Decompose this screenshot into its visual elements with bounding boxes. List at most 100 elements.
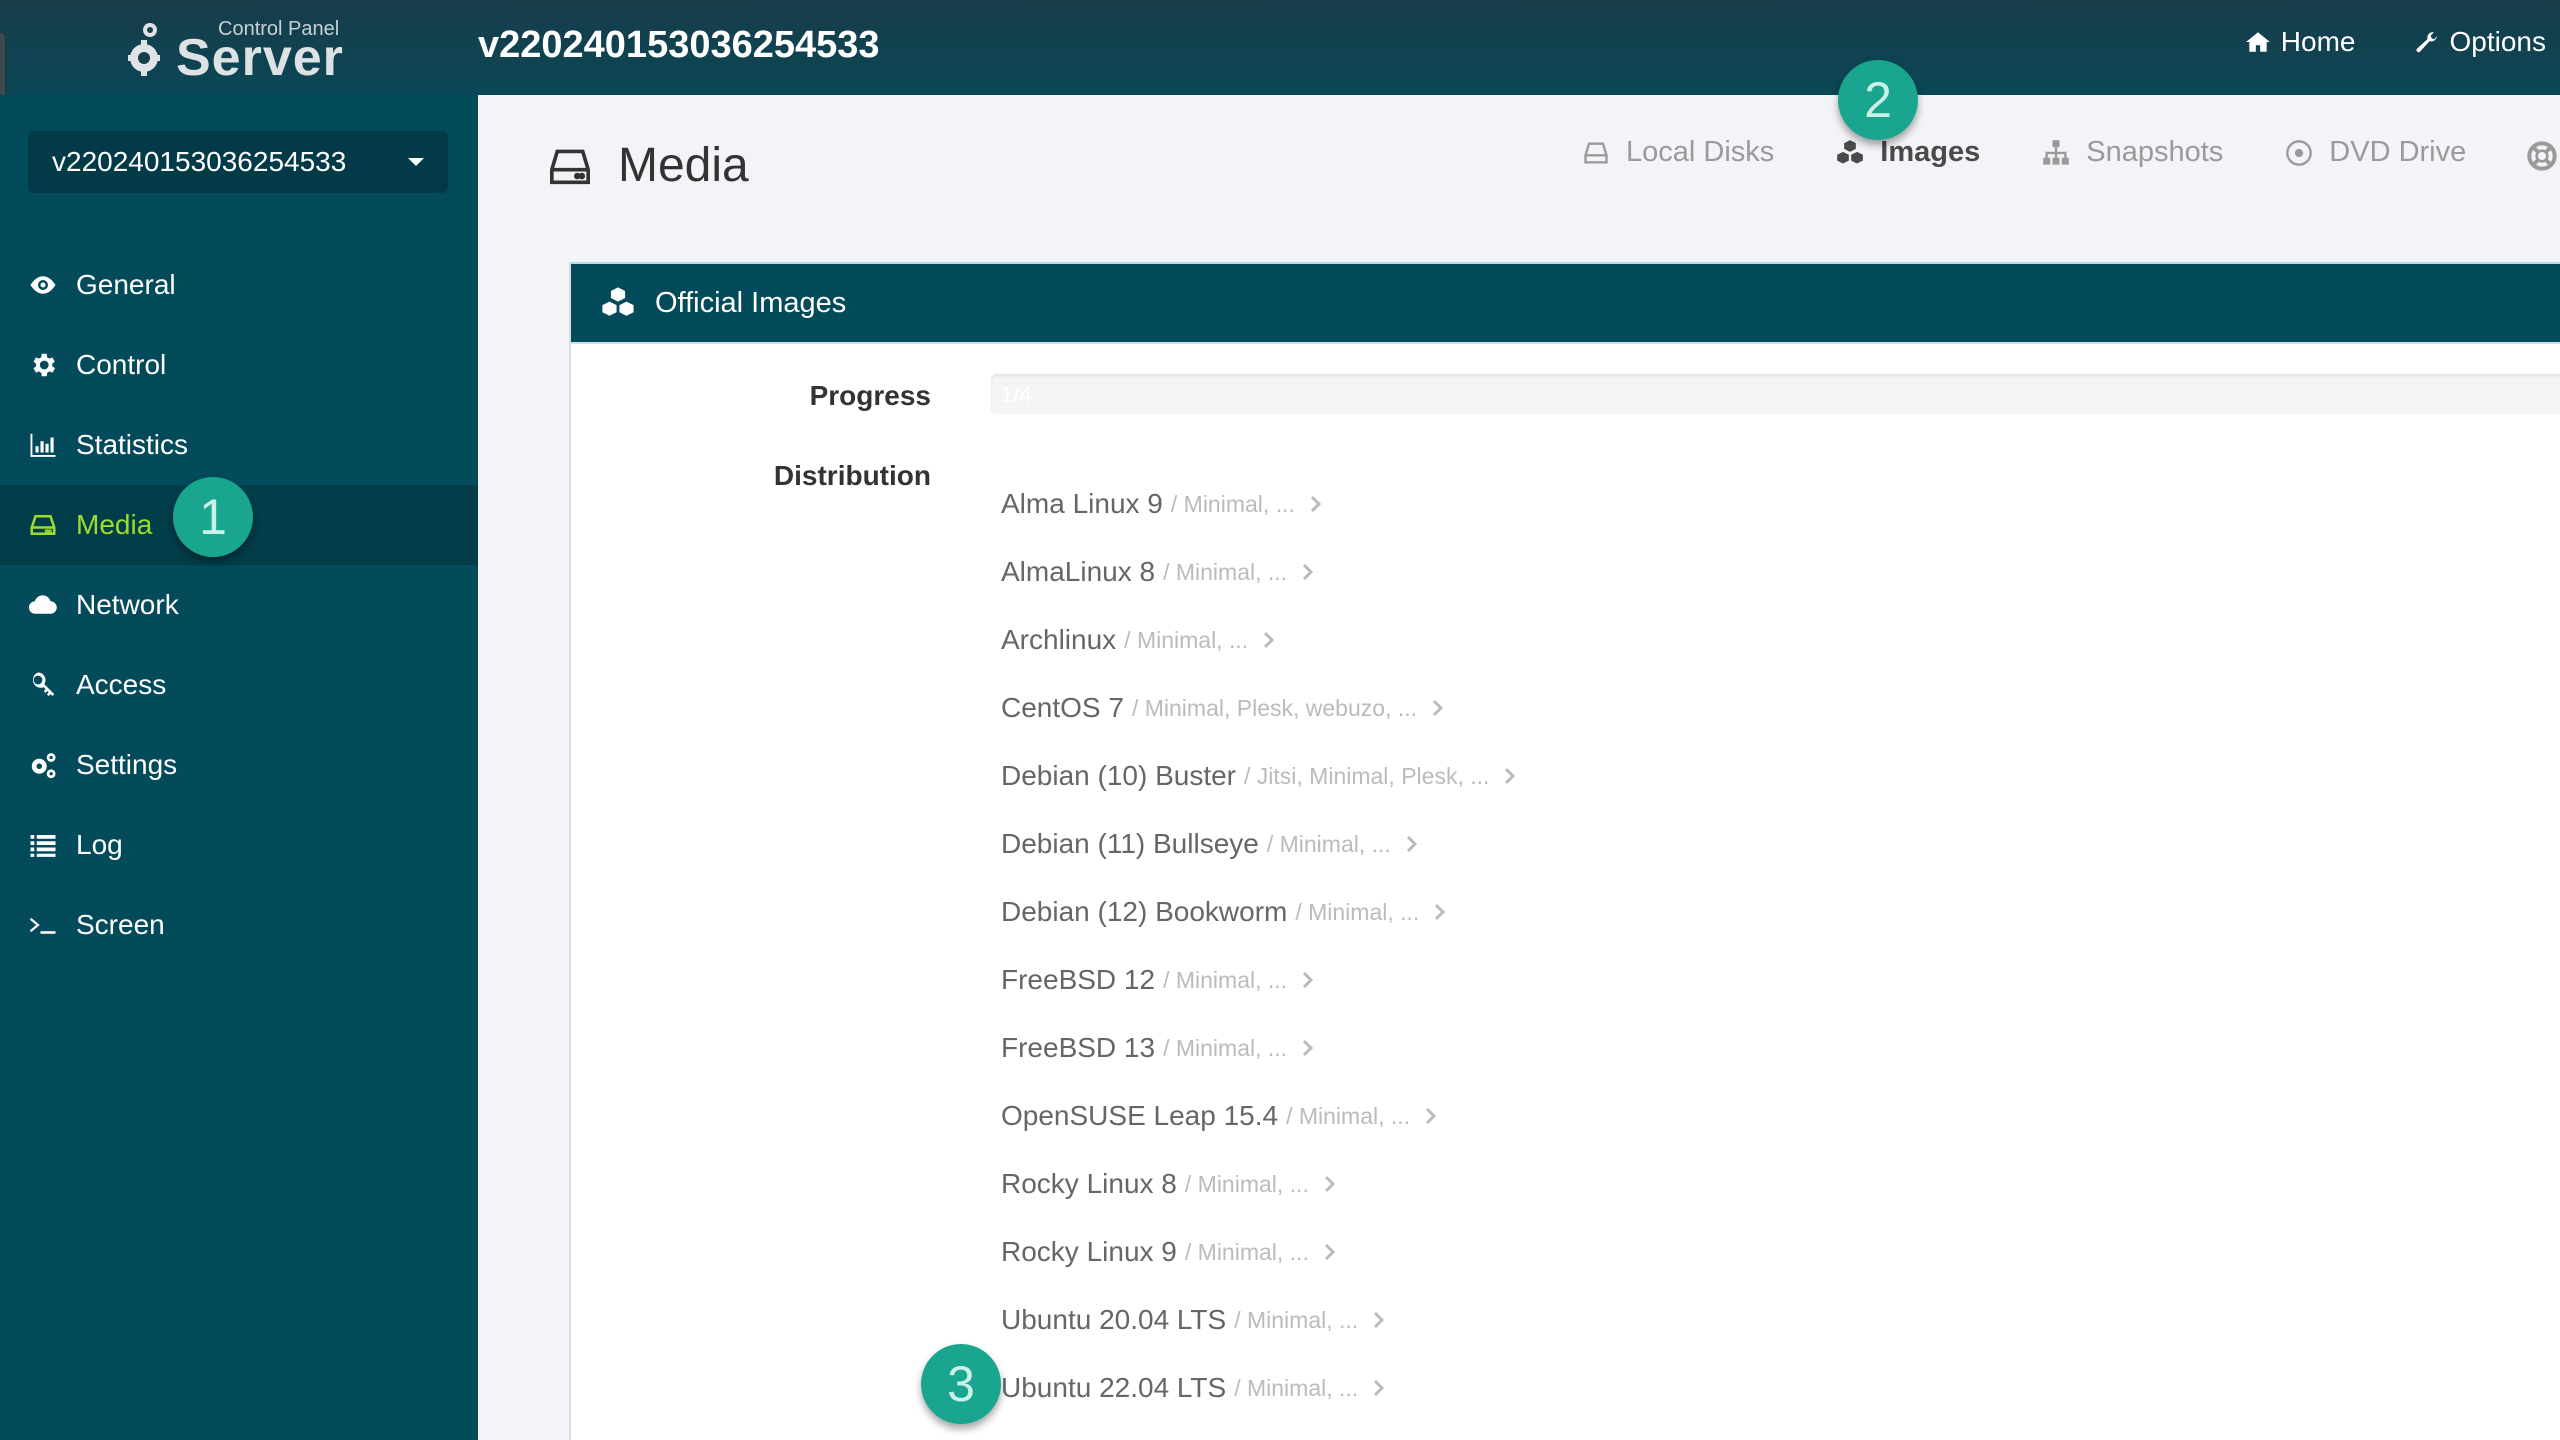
progress-bar: 1/4	[991, 374, 2560, 414]
distribution-item[interactable]: Rocky Linux 8 / Minimal, ...	[1001, 1150, 1517, 1218]
chevron-right-icon	[1505, 767, 1516, 785]
distribution-item[interactable]: Ubuntu 22.04 LTS / Minimal, ...	[1001, 1354, 1517, 1422]
sidebar-collapse-handle[interactable]	[0, 32, 6, 102]
distribution-item[interactable]: Archlinux / Minimal, ...	[1001, 606, 1517, 674]
distribution-variants: / Minimal, Plesk, webuzo, ...	[1131, 694, 1417, 721]
distribution-item[interactable]: Ubuntu 20.04 LTS / Minimal, ...	[1001, 1286, 1517, 1354]
distribution-item[interactable]: AlmaLinux 8 / Minimal, ...	[1001, 538, 1517, 606]
sidebar-item-label: Log	[76, 829, 123, 860]
list-icon	[30, 835, 56, 857]
sidebar-item-settings[interactable]: Settings	[0, 725, 478, 805]
distribution-item[interactable]: Debian (10) Buster / Jitsi, Minimal, Ples…	[1001, 742, 1517, 810]
sidebar-item-access[interactable]: Access	[0, 645, 478, 725]
logo-title: Server	[176, 29, 344, 87]
hdd-icon	[1584, 142, 1608, 163]
distribution-item[interactable]: FreeBSD 12 / Minimal, ...	[1001, 946, 1517, 1014]
server-select-value: v220240153036254533	[52, 146, 347, 177]
distribution-variants: / Minimal, ...	[1163, 1034, 1288, 1061]
eye-icon	[30, 276, 56, 294]
sidebar-item-log[interactable]: Log	[0, 805, 478, 885]
distribution-item[interactable]: Debian (12) Bookworm / Minimal, ...	[1001, 878, 1517, 946]
distribution-variants: / Minimal, ...	[1170, 490, 1295, 517]
chevron-right-icon	[1406, 835, 1417, 853]
sidebar-nav: General Control Statistics Media Network…	[0, 245, 478, 965]
chevron-right-icon	[1435, 903, 1446, 921]
panel-header: Official Images	[571, 262, 2560, 344]
sidebar-item-statistics[interactable]: Statistics	[0, 405, 478, 485]
official-images-panel: Official Images Progress 1/4 Distributio…	[569, 262, 2560, 1440]
distribution-name: Archlinux	[1001, 624, 1117, 655]
logo[interactable]: Control Panel Server	[128, 14, 358, 84]
chevron-right-icon	[1264, 631, 1275, 649]
media-tabs: Local Disks Images Snapshots DVD Drive	[1582, 136, 2466, 169]
distribution-item[interactable]: Alma Linux 9 / Minimal, ...	[1001, 470, 1517, 538]
server-title: v220240153036254533	[478, 24, 880, 66]
distribution-name: CentOS 7	[1001, 692, 1124, 723]
hdd-icon	[30, 515, 56, 535]
tab-label: Images	[1880, 136, 1981, 168]
distribution-item[interactable]: Debian (11) Bullseye / Minimal, ...	[1001, 810, 1517, 878]
distribution-variants: / Minimal, ...	[1163, 558, 1288, 585]
chevron-right-icon	[1302, 1039, 1314, 1057]
logo-gears-icon	[128, 23, 160, 76]
panel-title: Official Images	[655, 286, 847, 319]
distribution-name: FreeBSD 13	[1001, 1032, 1156, 1063]
progress-label: Progress	[809, 380, 931, 411]
distribution-name: Rocky Linux 9	[1001, 1236, 1177, 1267]
wrench-icon	[2415, 32, 2437, 53]
terminal-icon	[29, 917, 56, 934]
distribution-variants: / Minimal, ...	[1286, 1102, 1411, 1129]
sidebar-item-label: Access	[76, 669, 167, 700]
distribution-variants: / Minimal, ...	[1295, 898, 1420, 925]
distribution-name: FreeBSD 12	[1001, 964, 1156, 995]
sidebar-item-control[interactable]: Control	[0, 325, 478, 405]
page-title: Media	[548, 138, 749, 193]
tab-dvd-drive[interactable]: DVD Drive	[2285, 136, 2466, 169]
distribution-variants: / Minimal, ...	[1184, 1238, 1309, 1265]
sidebar-item-screen[interactable]: Screen	[0, 885, 478, 965]
server-select[interactable]: v220240153036254533	[28, 131, 448, 193]
distribution-name: Debian (11) Bullseye	[1001, 828, 1259, 859]
annotation-badge-2: 2	[1838, 60, 1918, 140]
cubes-icon	[1837, 139, 1864, 163]
chevron-right-icon	[1374, 1311, 1385, 1329]
tab-images[interactable]: Images	[1836, 136, 1980, 169]
options-link[interactable]: Options	[2414, 26, 2546, 58]
gear-icon	[33, 353, 55, 377]
tab-snapshots[interactable]: Snapshots	[2042, 136, 2223, 169]
cloud-icon	[28, 595, 57, 614]
home-link[interactable]: Home	[2245, 26, 2356, 58]
distribution-item[interactable]: OpenSUSE Leap 15.4 / Minimal, ...	[1001, 1082, 1517, 1150]
distribution-item[interactable]: Rocky Linux 9 / Minimal, ...	[1001, 1218, 1517, 1286]
distribution-item[interactable]: FreeBSD 13 / Minimal, ...	[1001, 1014, 1517, 1082]
life-ring-icon[interactable]	[2526, 140, 2558, 172]
distribution-name: Debian (12) Bookworm	[1001, 896, 1288, 927]
chevron-right-icon	[1432, 699, 1444, 717]
home-link-label: Home	[2280, 26, 2356, 57]
chevron-right-icon	[1374, 1379, 1385, 1397]
distribution-name: Ubuntu 20.04 LTS	[1001, 1304, 1227, 1335]
disc-icon	[2286, 139, 2313, 166]
distribution-item[interactable]: CentOS 7 / Minimal, Plesk, webuzo, ...	[1001, 674, 1517, 742]
distribution-variants: / Minimal, ...	[1234, 1374, 1359, 1401]
sidebar-item-general[interactable]: General	[0, 245, 478, 325]
caret-down-icon	[408, 158, 424, 166]
sidebar-item-label: General	[76, 269, 176, 300]
hdd-icon	[550, 149, 590, 184]
gears-icon	[31, 753, 56, 779]
chevron-right-icon	[1310, 495, 1321, 513]
chevron-right-icon	[1302, 971, 1314, 989]
tab-local-disks[interactable]: Local Disks	[1582, 136, 1774, 169]
progress-fill	[991, 374, 1391, 414]
distribution-name: Ubuntu 22.04 LTS	[1001, 1372, 1227, 1403]
distribution-list: Alma Linux 9 / Minimal, ... AlmaLinux 8 / M…	[1001, 470, 1517, 1422]
distribution-variants: / Minimal, ...	[1234, 1306, 1359, 1333]
sitemap-icon	[2043, 139, 2070, 165]
sidebar-item-label: Media	[76, 509, 153, 540]
sidebar-item-network[interactable]: Network	[0, 565, 478, 645]
sidebar: v220240153036254533 General Control Stat…	[0, 95, 478, 1440]
top-header: Control Panel Server v220240153036254533…	[0, 0, 2560, 102]
sidebar-item-label: Screen	[76, 909, 165, 940]
progress-text: 1/4	[1001, 382, 1032, 407]
distribution-variants: / Minimal, ...	[1124, 626, 1249, 653]
